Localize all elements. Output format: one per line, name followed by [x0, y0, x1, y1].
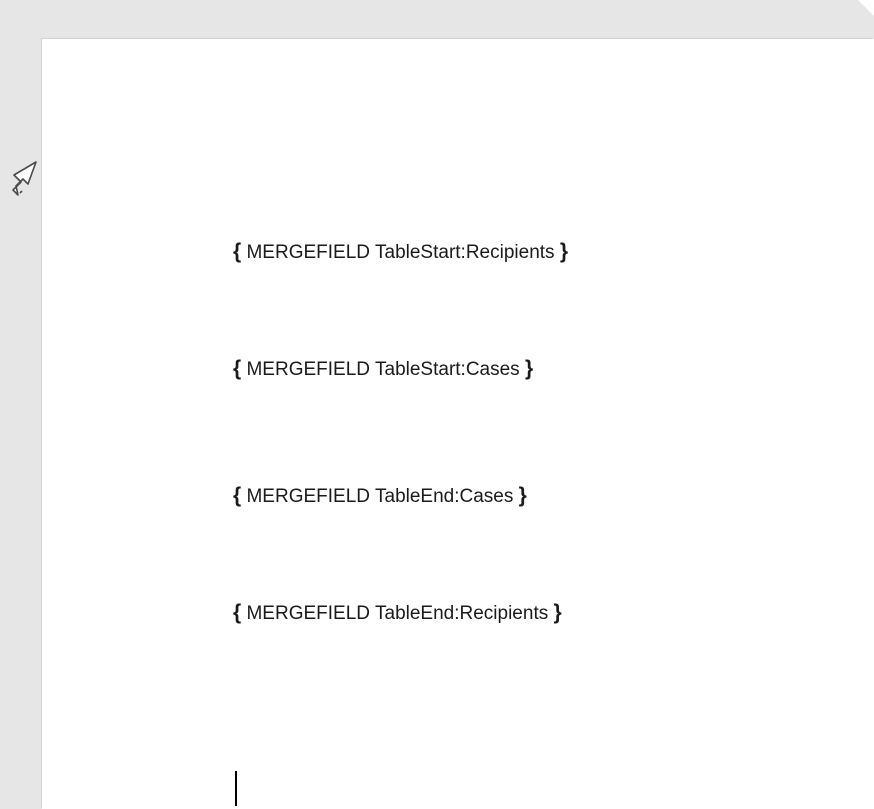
field-keyword: MERGEFIELD — [246, 603, 370, 624]
field-open-brace: { — [233, 357, 242, 380]
field-keyword: MERGEFIELD — [246, 359, 370, 380]
field-name: TableEnd:Recipients — [375, 603, 549, 624]
merge-field-line[interactable]: { MERGEFIELD TableStart:Cases } — [233, 354, 533, 384]
page-corner — [858, 0, 874, 16]
merge-field-line[interactable]: { MERGEFIELD TableEnd:Recipients } — [233, 598, 562, 628]
field-open-brace: { — [233, 240, 242, 263]
field-name: TableEnd:Cases — [375, 486, 514, 507]
document-page[interactable] — [42, 39, 874, 809]
field-name: TableStart:Recipients — [375, 242, 555, 263]
field-close-brace: } — [518, 484, 527, 507]
document-canvas: { "document": { "fields": [ {"open": "{"… — [0, 0, 874, 809]
merge-field-line[interactable]: { MERGEFIELD TableStart:Recipients } — [233, 237, 568, 267]
field-keyword: MERGEFIELD — [246, 242, 370, 263]
row-select-pointer-icon — [12, 161, 37, 196]
field-keyword: MERGEFIELD — [246, 486, 370, 507]
field-close-brace: } — [553, 601, 562, 624]
field-open-brace: { — [233, 601, 242, 624]
field-open-brace: { — [233, 484, 242, 507]
merge-field-line[interactable]: { MERGEFIELD TableEnd:Cases } — [233, 481, 527, 511]
field-name: TableStart:Cases — [375, 359, 520, 380]
field-close-brace: } — [524, 357, 534, 380]
text-caret — [235, 771, 237, 806]
field-close-brace: } — [559, 240, 569, 263]
